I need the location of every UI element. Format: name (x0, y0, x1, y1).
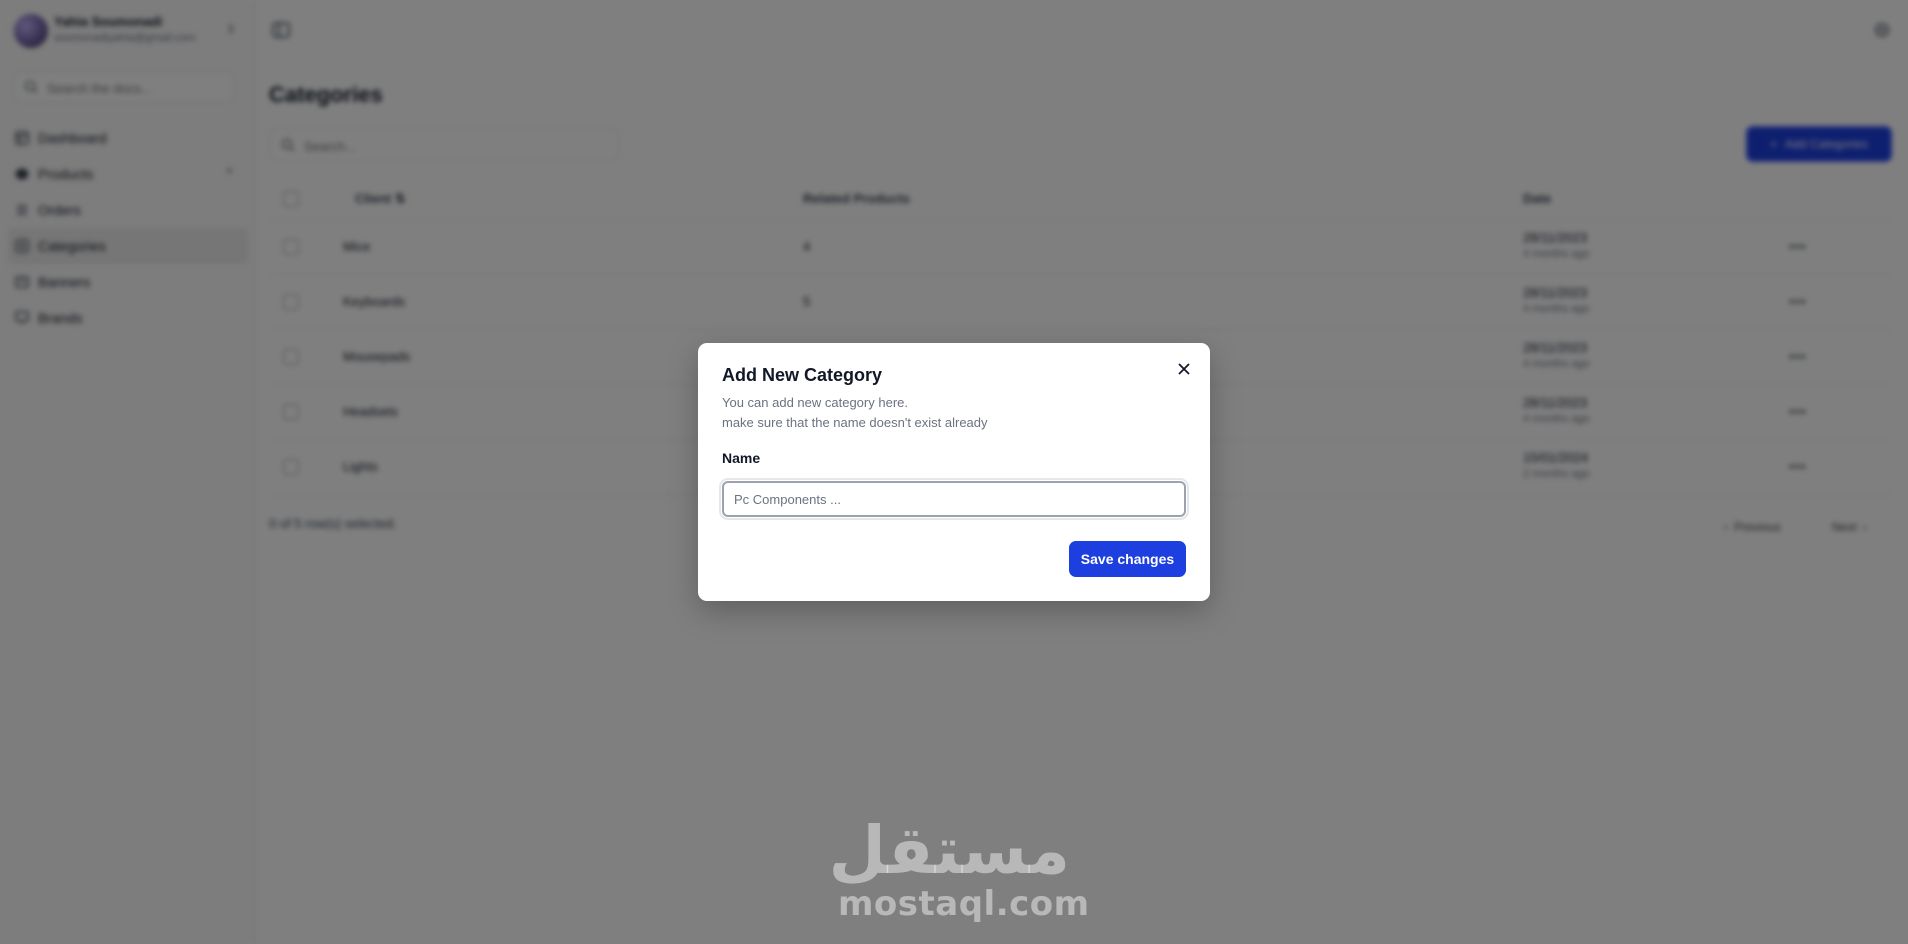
category-name-input[interactable] (719, 478, 1189, 520)
add-category-dialog: Add New Category You can add new categor… (698, 343, 1210, 601)
dialog-description: You can add new category here. (722, 395, 908, 410)
dialog-description-note: make sure that the name doesn't exist al… (722, 415, 988, 430)
name-label: Name (722, 450, 761, 466)
dialog-title: Add New Category (722, 365, 883, 385)
save-button[interactable]: Save changes (1069, 541, 1186, 577)
watermark: مستقل mostaql.com (828, 812, 1090, 924)
watermark-arabic: مستقل (828, 812, 1070, 889)
watermark-latin: mostaql.com (838, 884, 1090, 924)
close-icon[interactable] (1174, 359, 1194, 379)
